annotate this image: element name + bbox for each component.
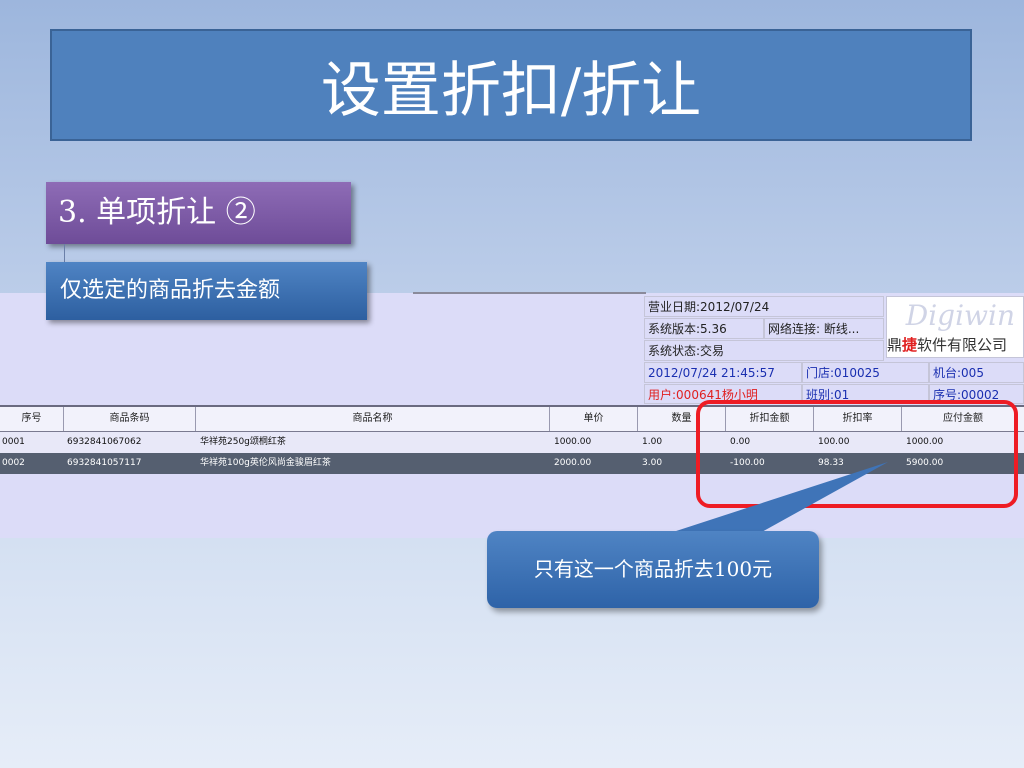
- callout-box: 只有这一个商品折去100元: [487, 531, 819, 608]
- callout-pointer: [670, 462, 888, 533]
